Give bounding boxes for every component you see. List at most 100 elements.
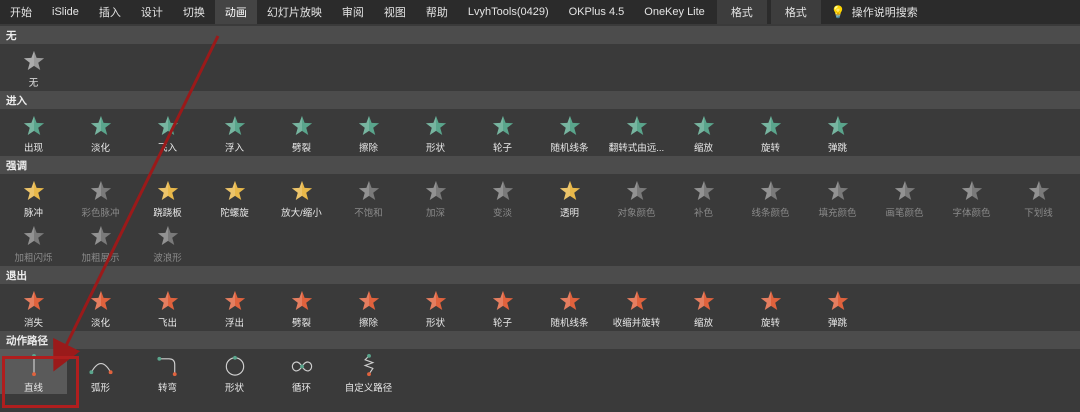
emphasis-effect-6[interactable]: 加深 [402,174,469,219]
motion-effect-3[interactable]: 形状 [201,349,268,394]
entrance-effect-10[interactable]: 缩放 [670,109,737,154]
row-motion: 直线 弧形 转弯 形状 循环 自定义路径 [0,349,1080,394]
motion-effect-4[interactable]: 循环 [268,349,335,394]
star-emphasis-icon [894,180,915,201]
exit-effect-label: 形状 [425,318,445,329]
emphasis-effect-label: 陀螺旋 [220,208,249,219]
search-box[interactable]: 💡 操作说明搜索 [823,0,928,24]
star-entrance-icon [693,115,714,136]
emphasis-effect-17[interactable]: 加粗展示 [67,219,134,264]
entrance-effect-2[interactable]: 飞入 [134,109,201,154]
exit-effect-9[interactable]: 收缩并旋转 [603,284,670,329]
emphasis-effect-18[interactable]: 波浪形 [134,219,201,264]
entrance-effect-label: 弹跳 [827,143,847,154]
emphasis-effect-1[interactable]: 彩色脉冲 [67,174,134,219]
star-emphasis-icon [1028,180,1049,201]
emphasis-effect-label: 跷跷板 [153,208,182,219]
emphasis-effect-12[interactable]: 填充颜色 [804,174,871,219]
ribbon-tab-bar: 开始 iSlide 插入 设计 切换 动画 幻灯片放映 审阅 视图 帮助 LvyhTools(042… [0,0,1080,24]
star-exit-icon [626,290,647,311]
tab-3[interactable]: 设计 [131,0,173,24]
entrance-effect-0[interactable]: 出现 [0,109,67,154]
emphasis-effect-label: 画笔颜色 [885,208,924,219]
emphasis-effect-label: 加粗展示 [81,253,120,264]
star-emphasis-icon [693,180,714,201]
emphasis-effect-2[interactable]: 跷跷板 [134,174,201,219]
emphasis-effect-13[interactable]: 画笔颜色 [871,174,938,219]
emphasis-effect-label: 彩色脉冲 [81,208,120,219]
tab-5[interactable]: 动画 [214,0,257,24]
entrance-effect-3[interactable]: 浮入 [201,109,268,154]
emphasis-effect-14[interactable]: 字体颜色 [938,174,1005,219]
tab-6[interactable]: 幻灯片放映 [257,0,332,24]
section-motion: 动作路径 直线 弧形 转弯 形状 循环 自定义路径 [0,331,1080,394]
exit-effect-10[interactable]: 缩放 [670,284,737,329]
emphasis-effect-11[interactable]: 线条颜色 [737,174,804,219]
section-exit: 退出 消失 淡化 飞出 浮出 劈裂 擦除 形状 轮子 随机线条 收缩并旋转 缩放 旋转 弹跳 [0,266,1080,329]
tab-0[interactable]: 开始 [0,0,42,24]
emphasis-effect-label: 放大/缩小 [281,208,322,219]
entrance-effect-6[interactable]: 形状 [402,109,469,154]
tab-4[interactable]: 切换 [173,0,215,24]
exit-effect-2[interactable]: 飞出 [134,284,201,329]
star-emphasis-icon [961,180,982,201]
motion-effect-label: 转弯 [157,383,177,394]
exit-effect-6[interactable]: 形状 [402,284,469,329]
exit-effect-1[interactable]: 淡化 [67,284,134,329]
emphasis-effect-16[interactable]: 加粗闪烁 [0,219,67,264]
star-emphasis-icon [626,180,647,201]
motion-effect-2[interactable]: 转弯 [134,349,201,394]
path-circle-icon [225,355,244,376]
row-entrance: 出现 淡化 飞入 浮入 劈裂 擦除 形状 轮子 随机线条 翻转式由远... 缩放 旋转 弹跳 [0,109,1080,154]
exit-effect-5[interactable]: 擦除 [335,284,402,329]
star-entrance-icon [760,115,781,136]
tab-7[interactable]: 审阅 [332,0,374,24]
exit-effect-4[interactable]: 劈裂 [268,284,335,329]
tab-1[interactable]: iSlide [42,0,89,24]
section-header-entrance: 进入 [0,91,1080,109]
emphasis-effect-15[interactable]: 下划线 [1005,174,1072,219]
emphasis-effect-3[interactable]: 陀螺旋 [201,174,268,219]
motion-effect-1[interactable]: 弧形 [67,349,134,394]
motion-effect-0[interactable]: 直线 [0,349,67,394]
tab-8[interactable]: 视图 [374,0,416,24]
exit-effect-label: 轮子 [492,318,512,329]
tab-11[interactable]: OKPlus 4.5 [559,0,635,24]
entrance-effect-9[interactable]: 翻转式由远... [603,109,670,154]
tab-9[interactable]: 帮助 [416,0,458,24]
entrance-effect-label: 缩放 [693,143,713,154]
star-exit-icon [358,290,379,311]
exit-effect-12[interactable]: 弹跳 [804,284,871,329]
none-effect-0[interactable]: 无 [0,44,67,89]
emphasis-effect-5[interactable]: 不饱和 [335,174,402,219]
emphasis-effect-9[interactable]: 对象颜色 [603,174,670,219]
tab-13[interactable]: 格式 [716,0,767,24]
emphasis-effect-7[interactable]: 变淡 [469,174,536,219]
exit-effect-3[interactable]: 浮出 [201,284,268,329]
exit-effect-0[interactable]: 消失 [0,284,67,329]
tab-10[interactable]: LvyhTools(0429) [458,0,559,24]
entrance-effect-7[interactable]: 轮子 [469,109,536,154]
entrance-effect-11[interactable]: 旋转 [737,109,804,154]
exit-effect-7[interactable]: 轮子 [469,284,536,329]
entrance-effect-12[interactable]: 弹跳 [804,109,871,154]
path-loop-icon [291,361,312,372]
star-exit-icon [492,290,513,311]
emphasis-effect-label: 变淡 [492,208,512,219]
tab-2[interactable]: 插入 [89,0,131,24]
entrance-effect-1[interactable]: 淡化 [67,109,134,154]
exit-effect-8[interactable]: 随机线条 [536,284,603,329]
emphasis-effect-4[interactable]: 放大/缩小 [268,174,335,219]
motion-effect-5[interactable]: 自定义路径 [335,349,402,394]
emphasis-effect-8[interactable]: 透明 [536,174,603,219]
star-emphasis-icon [559,180,580,201]
entrance-effect-5[interactable]: 擦除 [335,109,402,154]
emphasis-effect-0[interactable]: 脉冲 [0,174,67,219]
emphasis-effect-label: 波浪形 [153,253,182,264]
emphasis-effect-10[interactable]: 补色 [670,174,737,219]
exit-effect-11[interactable]: 旋转 [737,284,804,329]
entrance-effect-4[interactable]: 劈裂 [268,109,335,154]
tab-14[interactable]: 格式 [770,0,821,24]
tab-12[interactable]: OneKey Lite [634,0,715,24]
entrance-effect-8[interactable]: 随机线条 [536,109,603,154]
